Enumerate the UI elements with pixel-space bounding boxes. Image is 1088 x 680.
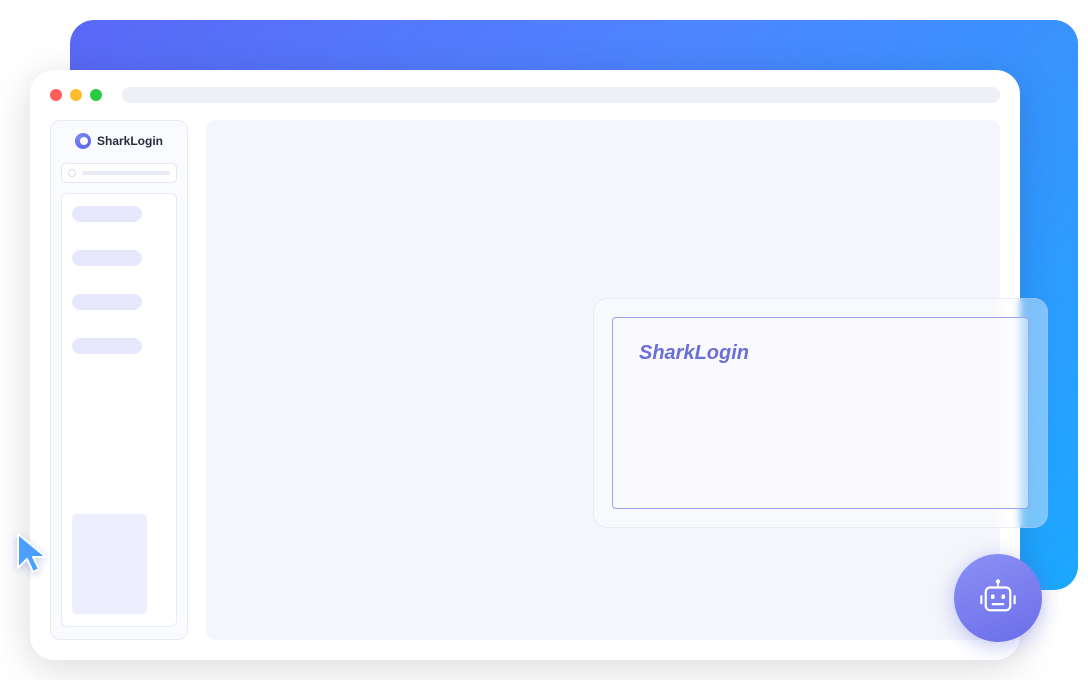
sidebar-preview-block[interactable] <box>72 514 147 614</box>
floating-panel[interactable]: SharkLogin <box>593 298 1048 528</box>
search-placeholder-line <box>82 171 170 175</box>
floating-panel-inner: SharkLogin <box>612 317 1029 509</box>
sidebar: SharkLogin <box>50 120 188 640</box>
close-window-button[interactable] <box>50 89 62 101</box>
sidebar-header: SharkLogin <box>61 133 177 149</box>
minimize-window-button[interactable] <box>70 89 82 101</box>
sidebar-item[interactable] <box>72 294 142 310</box>
sidebar-list <box>61 193 177 627</box>
sidebar-item[interactable] <box>72 338 142 354</box>
robot-icon <box>977 577 1019 619</box>
browser-chrome <box>30 70 1020 120</box>
address-bar[interactable] <box>122 87 1000 103</box>
sidebar-item[interactable] <box>72 250 142 266</box>
sidebar-title: SharkLogin <box>97 134 163 148</box>
sidebar-search-input[interactable] <box>61 163 177 183</box>
maximize-window-button[interactable] <box>90 89 102 101</box>
cursor-icon <box>10 530 58 583</box>
floating-panel-title: SharkLogin <box>639 342 1002 365</box>
search-icon <box>68 169 76 177</box>
sharklogin-logo-icon <box>75 133 91 149</box>
sidebar-item[interactable] <box>72 206 142 222</box>
robot-assistant-button[interactable] <box>954 554 1042 642</box>
traffic-lights <box>50 89 102 101</box>
